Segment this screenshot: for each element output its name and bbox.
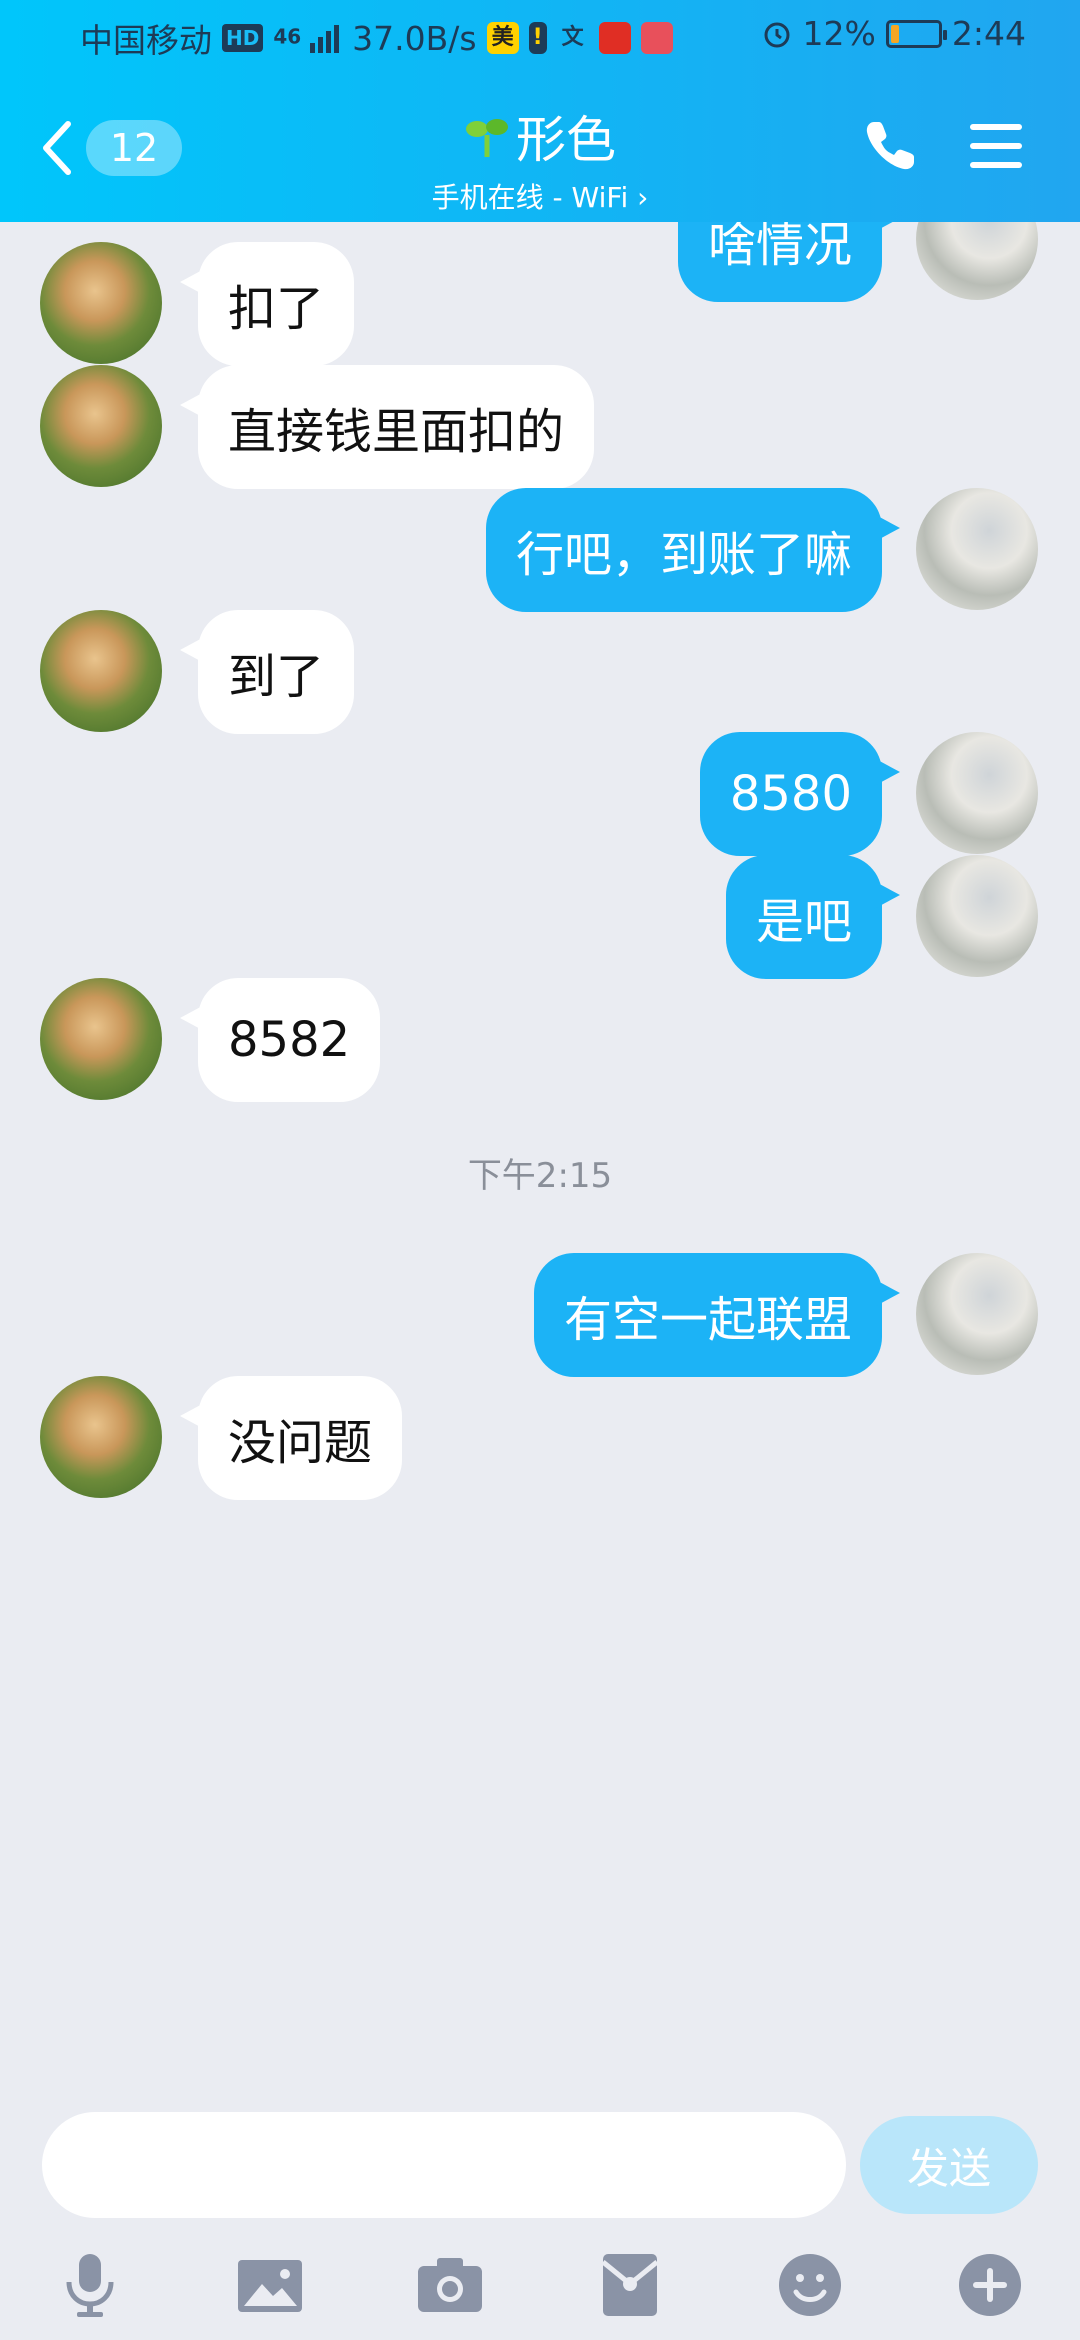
huawei-store-icon bbox=[640, 22, 673, 54]
message-input[interactable] bbox=[42, 2112, 846, 2218]
carrier-name: 中国移动 bbox=[80, 21, 212, 60]
contact-avatar[interactable] bbox=[40, 365, 162, 487]
message-timestamp: 下午2:15 bbox=[467, 1156, 613, 1196]
pinduoduo-icon bbox=[598, 22, 631, 54]
message-bubble-outgoing[interactable]: 是吧 bbox=[725, 855, 901, 979]
online-status: 手机在线 - WiFi bbox=[431, 181, 629, 214]
menu-button[interactable] bbox=[966, 118, 1026, 174]
message-bubble-outgoing[interactable]: 啥情况 bbox=[677, 222, 901, 302]
message-bubble-outgoing[interactable]: 有空一起联盟 bbox=[533, 1253, 901, 1377]
chevron-right-icon: › bbox=[637, 181, 649, 214]
message-bubble-incoming[interactable]: 直接钱里面扣的 bbox=[179, 365, 595, 489]
message-bubble-incoming[interactable]: 8582 bbox=[179, 978, 381, 1102]
message-bubble-incoming[interactable]: 到了 bbox=[179, 610, 355, 734]
status-bar: 中国移动 HD 46 37.0B/s 美 ! 文 12% 2:44 bbox=[0, 0, 1080, 72]
sprout-icon bbox=[466, 119, 508, 157]
chat-header: 中国移动 HD 46 37.0B/s 美 ! 文 12% 2:44 12 形色 … bbox=[0, 0, 1080, 222]
alarm-icon bbox=[764, 22, 790, 47]
signal-icon: 46 bbox=[273, 23, 342, 53]
message-bubble-outgoing[interactable]: 8580 bbox=[699, 732, 901, 856]
phone-call-button[interactable] bbox=[860, 116, 920, 176]
network-type: 46 bbox=[273, 24, 302, 49]
battery-icon bbox=[885, 19, 947, 48]
message-list[interactable]: 啥情况 扣了 直接钱里面扣的 行吧，到账了嘛 到了 8580 是吧 8582 下… bbox=[0, 222, 1080, 2112]
network-speed: 37.0B/s bbox=[352, 18, 477, 58]
contact-avatar[interactable] bbox=[40, 242, 162, 364]
translate-icon: 文 bbox=[561, 25, 584, 50]
contact-avatar[interactable] bbox=[40, 978, 162, 1100]
image-icon[interactable] bbox=[235, 2250, 305, 2320]
my-avatar[interactable] bbox=[916, 488, 1038, 610]
my-avatar[interactable] bbox=[916, 855, 1038, 977]
clock: 2:44 bbox=[951, 14, 1026, 53]
meituan-icon: 美 bbox=[486, 22, 519, 54]
send-button[interactable]: 发送 bbox=[860, 2116, 1038, 2214]
red-packet-icon[interactable] bbox=[595, 2250, 665, 2320]
message-bubble-incoming[interactable]: 扣了 bbox=[179, 242, 355, 366]
camera-icon[interactable] bbox=[415, 2250, 485, 2320]
input-toolbar bbox=[0, 2242, 1080, 2332]
contact-avatar[interactable] bbox=[40, 610, 162, 732]
hd-icon: HD bbox=[222, 24, 264, 52]
battery-percent: 12% bbox=[802, 14, 876, 53]
composer: 发送 bbox=[0, 2112, 1080, 2340]
alert-icon: ! bbox=[528, 22, 547, 54]
microphone-icon[interactable] bbox=[55, 2250, 125, 2320]
message-bubble-outgoing[interactable]: 行吧，到账了嘛 bbox=[485, 488, 901, 612]
emoji-icon[interactable] bbox=[775, 2250, 845, 2320]
contact-avatar[interactable] bbox=[40, 1376, 162, 1498]
my-avatar[interactable] bbox=[916, 732, 1038, 854]
my-avatar[interactable] bbox=[916, 1253, 1038, 1375]
my-avatar[interactable] bbox=[916, 222, 1038, 300]
message-bubble-incoming[interactable]: 没问题 bbox=[179, 1376, 403, 1500]
plus-icon[interactable] bbox=[955, 2250, 1025, 2320]
contact-name: 形色 bbox=[516, 111, 616, 169]
